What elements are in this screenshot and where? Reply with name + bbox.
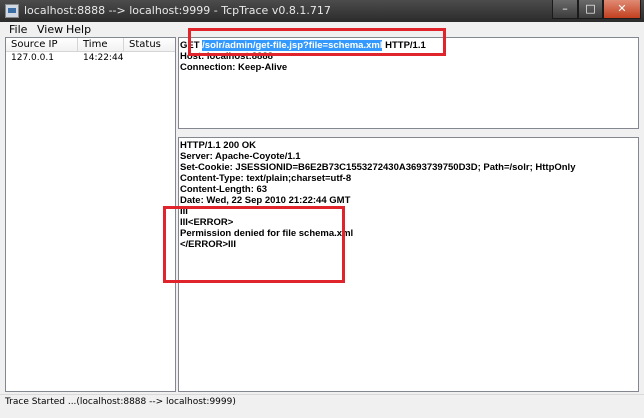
menu-view[interactable]: View [37, 23, 63, 36]
annotation-box-error [163, 206, 345, 283]
status-bar: Trace Started ...(localhost:8888 --> loc… [0, 394, 644, 418]
response-date-header: Date: Wed, 22 Sep 2010 21:22:44 GMT [180, 195, 351, 206]
title-bar[interactable]: localhost:8888 --> localhost:9999 - TcpT… [0, 0, 644, 22]
window-title: localhost:8888 --> localhost:9999 - TcpT… [24, 4, 331, 17]
menu-file[interactable]: File [9, 23, 27, 36]
close-button[interactable]: ✕ [603, 0, 641, 19]
connection-list[interactable]: Source IP Time Status 127.0.0.1 14:22:44 [5, 37, 176, 392]
status-text: Trace Started ...(localhost:8888 --> loc… [5, 397, 236, 407]
response-server-header: Server: Apache-Coyote/1.1 [180, 151, 301, 162]
response-set-cookie-header: Set-Cookie: JSESSIONID=B6E2B73C155327243… [180, 162, 576, 173]
connection-list-header: Source IP Time Status [6, 38, 175, 52]
response-content-type-header: Content-Type: text/plain;charset=utf-8 [180, 173, 352, 184]
column-header-status[interactable]: Status [124, 38, 175, 51]
maximize-button[interactable]: □ [578, 0, 603, 19]
response-status-line: HTTP/1.1 200 OK [180, 140, 257, 151]
tcptrace-window: localhost:8888 --> localhost:9999 - TcpT… [0, 0, 644, 418]
column-header-time[interactable]: Time [78, 38, 124, 51]
request-connection-header: Connection: Keep-Alive [180, 62, 288, 73]
response-content-length-header: Content-Length: 63 [180, 184, 268, 195]
minimize-button[interactable]: – [552, 0, 578, 19]
row-time: 14:22:44 [83, 53, 124, 63]
app-icon[interactable] [5, 4, 19, 18]
annotation-box-request [188, 28, 446, 56]
row-source-ip: 127.0.0.1 [11, 53, 54, 63]
column-header-source-ip[interactable]: Source IP [6, 38, 78, 51]
connection-row[interactable]: 127.0.0.1 14:22:44 [6, 52, 175, 64]
menu-help[interactable]: Help [66, 23, 91, 36]
